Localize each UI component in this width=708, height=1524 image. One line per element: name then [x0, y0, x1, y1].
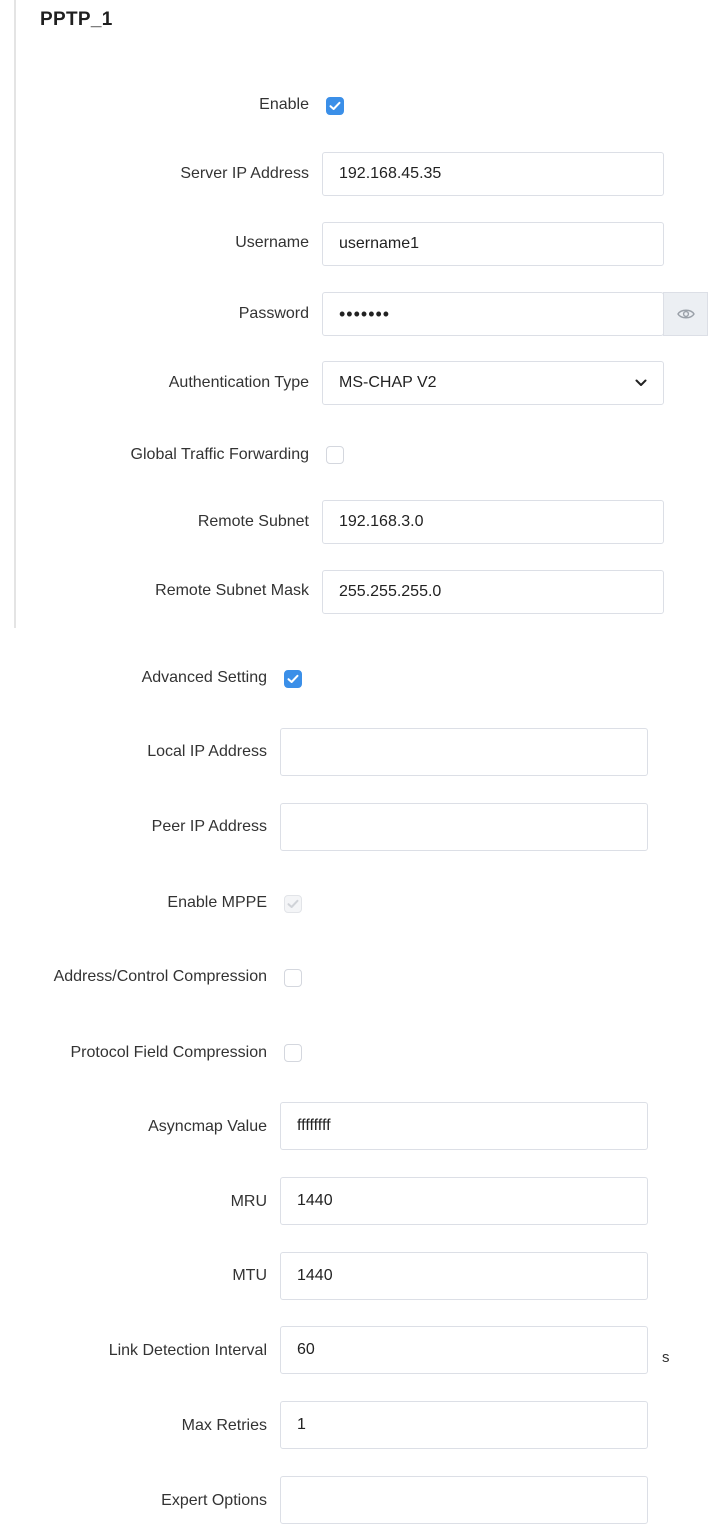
proto-field-compression-checkbox[interactable] — [284, 1044, 302, 1062]
eye-icon — [676, 309, 695, 319]
username-label: Username — [235, 234, 309, 251]
password-input[interactable] — [322, 292, 664, 336]
mppe-checkbox[interactable] — [284, 895, 302, 913]
auth-type-label: Authentication Type — [168, 374, 309, 391]
chevron-down-icon — [635, 379, 647, 386]
proto-field-compression-label: Protocol Field Compression — [70, 1044, 267, 1061]
peer-ip-label: Peer IP Address — [151, 818, 267, 835]
max-retries-input[interactable] — [280, 1401, 648, 1449]
mtu-input[interactable] — [280, 1252, 648, 1300]
asyncmap-input[interactable] — [280, 1102, 648, 1150]
remote-subnet-input[interactable] — [322, 500, 664, 544]
expert-options-label: Expert Options — [161, 1492, 267, 1509]
remote-mask-input[interactable] — [322, 570, 664, 614]
password-visibility-toggle[interactable] — [663, 292, 708, 336]
server-ip-input[interactable] — [322, 152, 664, 196]
server-ip-label: Server IP Address — [180, 165, 309, 182]
link-interval-unit: s — [662, 1349, 670, 1366]
enable-checkbox[interactable] — [326, 97, 344, 115]
advanced-setting-checkbox[interactable] — [284, 670, 302, 688]
global-forwarding-checkbox[interactable] — [326, 446, 344, 464]
check-icon — [287, 674, 299, 683]
username-input[interactable] — [322, 222, 664, 266]
enable-label: Enable — [259, 96, 309, 113]
advanced-setting-label: Advanced Setting — [141, 669, 267, 686]
auth-type-value: MS-CHAP V2 — [339, 374, 437, 391]
remote-subnet-label: Remote Subnet — [197, 513, 309, 530]
peer-ip-input[interactable] — [280, 803, 648, 851]
local-ip-input[interactable] — [280, 728, 648, 776]
password-label: Password — [238, 305, 309, 322]
remote-mask-label: Remote Subnet Mask — [155, 582, 309, 599]
mppe-label: Enable MPPE — [167, 894, 267, 911]
mru-input[interactable] — [280, 1177, 648, 1225]
section-divider — [14, 0, 16, 628]
link-interval-input[interactable] — [280, 1326, 648, 1374]
addr-ctrl-compression-checkbox[interactable] — [284, 969, 302, 987]
addr-ctrl-compression-label: Address/Control Compression — [53, 968, 267, 985]
mtu-label: MTU — [232, 1267, 267, 1284]
max-retries-label: Max Retries — [181, 1417, 267, 1434]
asyncmap-label: Asyncmap Value — [148, 1118, 267, 1135]
link-interval-label: Link Detection Interval — [108, 1342, 267, 1359]
global-forwarding-label: Global Traffic Forwarding — [130, 446, 309, 463]
auth-type-select[interactable]: MS-CHAP V2 — [322, 361, 664, 405]
check-icon — [329, 101, 341, 110]
page-title: PPTP_1 — [40, 9, 113, 30]
mru-label: MRU — [230, 1193, 267, 1210]
local-ip-label: Local IP Address — [147, 743, 267, 760]
check-icon — [287, 899, 299, 908]
